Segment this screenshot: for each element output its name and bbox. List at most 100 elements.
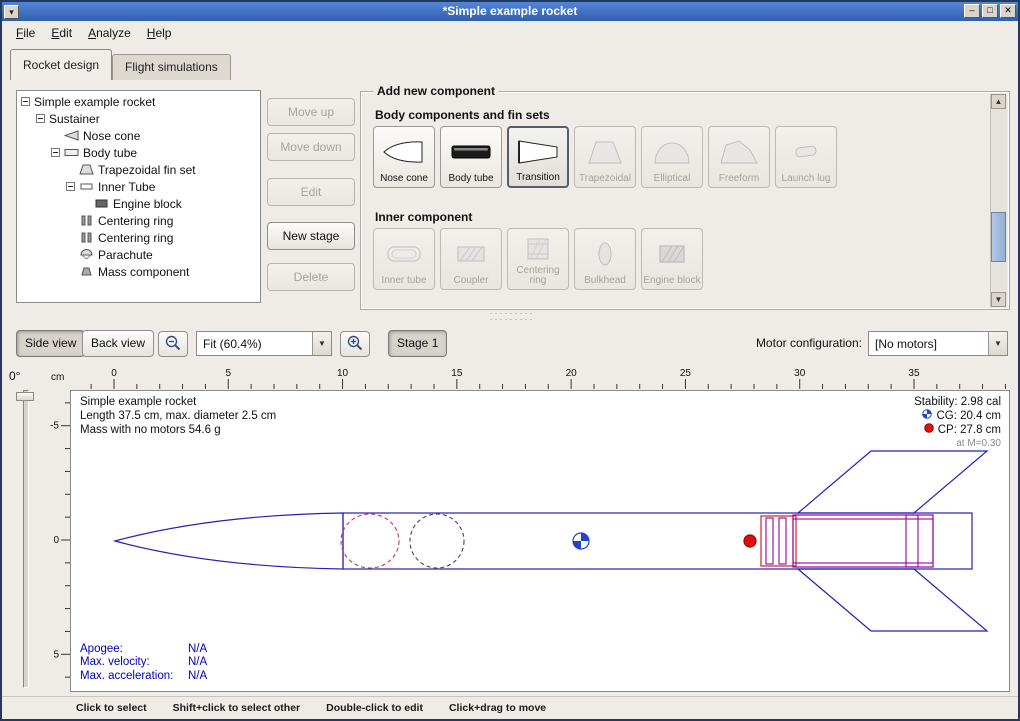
motor-configuration-combobox[interactable]: [No motors] ▼ bbox=[868, 331, 1008, 356]
zoom-level-value: Fit (60.4%) bbox=[197, 337, 312, 351]
back-view-button[interactable]: Back view bbox=[82, 330, 154, 357]
engine-block-icon bbox=[94, 198, 109, 209]
motor-configuration-value: [No motors] bbox=[869, 337, 988, 351]
simulation-results-block: Apogee:N/A Max. velocity:N/A Max. accele… bbox=[80, 643, 207, 684]
component-button-freeform[interactable]: Freeform bbox=[708, 126, 770, 188]
maximize-button[interactable]: □ bbox=[982, 4, 998, 18]
mach-label: at M=0.30 bbox=[914, 437, 1001, 451]
fin-set-icon bbox=[79, 164, 94, 175]
tab-rocket-design[interactable]: Rocket design bbox=[10, 49, 112, 80]
svg-text:5: 5 bbox=[226, 368, 232, 379]
tree-item-trapezoidal-fin-set[interactable]: Trapezoidal fin set bbox=[17, 161, 260, 178]
tree-expander-icon[interactable] bbox=[21, 97, 30, 106]
scroll-down-icon[interactable]: ▼ bbox=[991, 292, 1006, 307]
component-button-inner-tube[interactable]: Inner tube bbox=[373, 228, 435, 290]
menu-item-file[interactable]: File bbox=[8, 23, 43, 43]
component-button-trapezoidal[interactable]: Trapezoidal bbox=[574, 126, 636, 188]
tree-expander-icon[interactable] bbox=[36, 114, 45, 123]
zoom-in-button[interactable] bbox=[340, 331, 370, 357]
move-down-button[interactable]: Move down bbox=[267, 133, 355, 161]
inner-tube-icon bbox=[79, 181, 94, 192]
svg-text:20: 20 bbox=[566, 368, 578, 379]
component-tree[interactable]: Simple example rocketSustainerNose cone B… bbox=[16, 90, 261, 303]
scrollbar-thumb[interactable] bbox=[991, 212, 1006, 262]
component-button-body-tube[interactable]: Body tube bbox=[440, 126, 502, 188]
component-button-centering-ring[interactable]: Centering ring bbox=[507, 228, 569, 290]
status-hint-shift-click-to-select-other: Shift+click to select other bbox=[173, 702, 301, 714]
tree-item-nose-cone[interactable]: Nose cone bbox=[17, 127, 260, 144]
component-button-coupler[interactable]: Coupler bbox=[440, 228, 502, 290]
component-button-label: Trapezoidal bbox=[579, 174, 631, 184]
tab-strip: Rocket designFlight simulations bbox=[2, 45, 1018, 80]
component-button-transition[interactable]: Transition bbox=[507, 126, 569, 188]
tree-item-label: Simple example rocket bbox=[34, 95, 155, 109]
coupler-icon bbox=[449, 232, 493, 276]
svg-text:30: 30 bbox=[794, 368, 806, 379]
window-menu-icon[interactable]: ▾ bbox=[4, 5, 19, 19]
motor-configuration-label: Motor configuration: bbox=[744, 336, 862, 350]
add-component-panel: Add new component Body components and fi… bbox=[360, 91, 1010, 310]
menu-item-analyze[interactable]: Analyze bbox=[80, 23, 139, 43]
component-button-label: Body tube bbox=[448, 174, 493, 184]
scroll-up-icon[interactable]: ▲ bbox=[991, 94, 1006, 109]
inner-component-label: Inner component bbox=[375, 210, 472, 224]
tree-item-engine-block[interactable]: Engine block bbox=[17, 195, 260, 212]
max-acceleration-label: Max. acceleration: bbox=[80, 670, 188, 684]
status-hint-double-click-to-edit: Double-click to edit bbox=[326, 702, 423, 714]
tree-item-sustainer[interactable]: Sustainer bbox=[17, 110, 260, 127]
elliptical-fin-icon bbox=[650, 130, 694, 174]
rocket-canvas[interactable]: Simple example rocket Length 37.5 cm, ma… bbox=[70, 390, 1010, 692]
title-bar[interactable]: ▾ *Simple example rocket – □ ✕ bbox=[2, 2, 1018, 21]
side-view-button[interactable]: Side view bbox=[16, 330, 85, 357]
stage-1-toggle[interactable]: Stage 1 bbox=[388, 330, 447, 357]
zoom-out-icon bbox=[164, 334, 182, 355]
freeform-fin-icon bbox=[717, 130, 761, 174]
tree-item-mass-component[interactable]: Mass component bbox=[17, 263, 260, 280]
minimize-button[interactable]: – bbox=[964, 4, 980, 18]
tree-item-label: Body tube bbox=[83, 146, 137, 160]
svg-text:15: 15 bbox=[451, 368, 463, 379]
zoom-level-combobox[interactable]: Fit (60.4%) ▼ bbox=[196, 331, 332, 356]
cp-icon bbox=[924, 423, 934, 437]
parachute-icon bbox=[79, 249, 94, 260]
menu-item-help[interactable]: Help bbox=[139, 23, 180, 43]
menu-item-edit[interactable]: Edit bbox=[43, 23, 80, 43]
svg-text:-5: -5 bbox=[50, 421, 59, 432]
tree-expander-icon[interactable] bbox=[51, 148, 60, 157]
component-button-engine-block[interactable]: Engine block bbox=[641, 228, 703, 290]
rotation-slider-thumb[interactable] bbox=[16, 392, 34, 401]
rotation-angle-label: 0° bbox=[9, 369, 20, 383]
component-button-launch-lug[interactable]: Launch lug bbox=[775, 126, 837, 188]
tree-item-centering-ring[interactable]: Centering ring bbox=[17, 229, 260, 246]
component-button-nose-cone[interactable]: Nose cone bbox=[373, 126, 435, 188]
rocket-info-mass: Mass with no motors 54.6 g bbox=[80, 423, 276, 437]
delete-button[interactable]: Delete bbox=[267, 263, 355, 291]
rotation-slider[interactable] bbox=[23, 390, 29, 688]
add-panel-scrollbar[interactable]: ▲ ▼ bbox=[990, 94, 1007, 307]
stability-value: Stability: 2.98 cal bbox=[914, 395, 1001, 409]
stability-block: Stability: 2.98 cal CG: 20.4 cm CP: 27.8… bbox=[914, 395, 1001, 451]
zoom-out-button[interactable] bbox=[158, 331, 188, 357]
tree-item-label: Centering ring bbox=[98, 231, 173, 245]
edit-button[interactable]: Edit bbox=[267, 178, 355, 206]
body-components-row: Nose cone Body tube Transition Trapezoidal E… bbox=[373, 126, 837, 188]
split-divider-grip[interactable]: ·················· bbox=[470, 310, 554, 318]
tree-expander-icon[interactable] bbox=[66, 182, 75, 191]
chevron-down-icon: ▼ bbox=[988, 332, 1007, 355]
component-button-bulkhead[interactable]: Bulkhead bbox=[574, 228, 636, 290]
new-stage-button[interactable]: New stage bbox=[267, 222, 355, 250]
component-button-elliptical[interactable]: Elliptical bbox=[641, 126, 703, 188]
tree-item-body-tube[interactable]: Body tube bbox=[17, 144, 260, 161]
tab-flight-simulations[interactable]: Flight simulations bbox=[112, 54, 231, 80]
component-button-label: Freeform bbox=[719, 174, 760, 184]
horizontal-ruler: 05101520253035 bbox=[70, 366, 1010, 390]
component-button-label: Centering ring bbox=[509, 266, 567, 286]
add-component-title: Add new component bbox=[373, 84, 499, 98]
close-button[interactable]: ✕ bbox=[1000, 4, 1016, 18]
tree-item-inner-tube[interactable]: Inner Tube bbox=[17, 178, 260, 195]
tree-item-parachute[interactable]: Parachute bbox=[17, 246, 260, 263]
move-up-button[interactable]: Move up bbox=[267, 98, 355, 126]
svg-text:25: 25 bbox=[680, 368, 692, 379]
tree-item-centering-ring[interactable]: Centering ring bbox=[17, 212, 260, 229]
tree-item-simple-example-rocket[interactable]: Simple example rocket bbox=[17, 93, 260, 110]
